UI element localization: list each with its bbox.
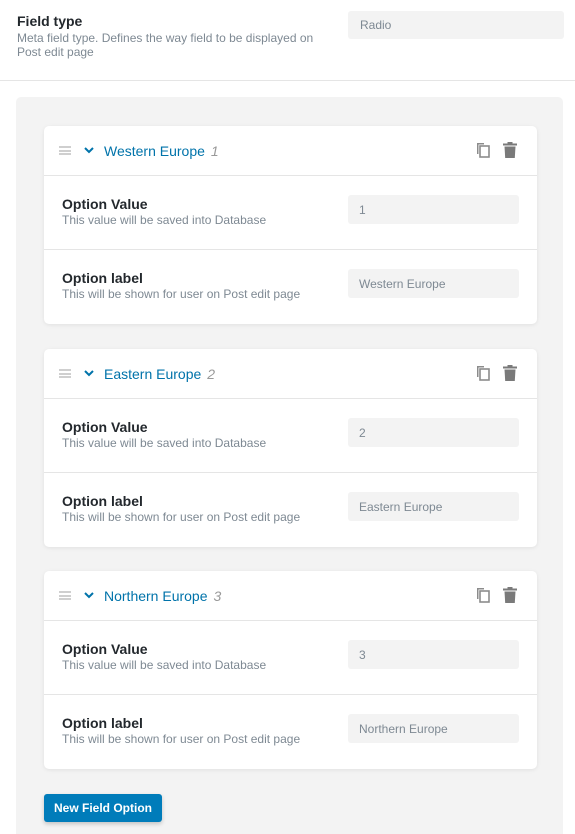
option-value-input[interactable]: 3 xyxy=(348,640,519,669)
option-card: Northern Europe 3 Option Value This value… xyxy=(44,571,537,769)
options-repeater: Western Europe 1 Option Value This value … xyxy=(16,97,563,834)
option-value-input[interactable]: 2 xyxy=(348,418,519,447)
trash-icon[interactable] xyxy=(503,142,517,158)
option-label-row: Option label This will be shown for user… xyxy=(44,695,537,769)
option-card-header[interactable]: Northern Europe 3 xyxy=(44,571,537,621)
option-label-description: This will be shown for user on Post edit… xyxy=(62,287,301,301)
new-field-option-button[interactable]: New Field Option xyxy=(44,794,162,822)
option-title-text: Northern Europe xyxy=(104,588,208,604)
field-type-select[interactable]: Radio xyxy=(348,11,564,39)
copy-icon[interactable] xyxy=(476,142,490,158)
option-title[interactable]: Northern Europe 3 xyxy=(104,588,221,604)
option-value-row: Option Value This value will be saved in… xyxy=(44,399,537,473)
option-title-text: Western Europe xyxy=(104,143,205,159)
option-value-label: Option Value xyxy=(62,641,148,657)
field-type-label: Field type xyxy=(17,13,83,29)
option-label-input[interactable]: Northern Europe xyxy=(348,714,519,743)
option-label-input[interactable]: Western Europe xyxy=(348,269,519,298)
field-type-description: Meta field type. Defines the way field t… xyxy=(17,31,314,59)
option-label-description: This will be shown for user on Post edit… xyxy=(62,732,301,746)
trash-icon[interactable] xyxy=(503,587,517,603)
option-label-input[interactable]: Eastern Europe xyxy=(348,492,519,521)
option-value-row: Option Value This value will be saved in… xyxy=(44,621,537,695)
option-card-header[interactable]: Western Europe 1 xyxy=(44,126,537,176)
copy-icon[interactable] xyxy=(476,587,490,603)
chevron-down-icon[interactable] xyxy=(83,367,95,379)
field-type-row: Field type Meta field type. Defines the … xyxy=(0,0,575,81)
option-index: 1 xyxy=(210,143,219,159)
option-label-description: This will be shown for user on Post edit… xyxy=(62,510,301,524)
option-label-label: Option label xyxy=(62,715,143,731)
option-card-header[interactable]: Eastern Europe 2 xyxy=(44,349,537,399)
drag-handle-icon[interactable] xyxy=(59,369,71,378)
chevron-down-icon[interactable] xyxy=(83,589,95,601)
option-value-description: This value will be saved into Database xyxy=(62,658,267,672)
copy-icon[interactable] xyxy=(476,365,490,381)
option-card: Western Europe 1 Option Value This value … xyxy=(44,126,537,324)
option-value-description: This value will be saved into Database xyxy=(62,436,267,450)
option-card: Eastern Europe 2 Option Value This value … xyxy=(44,349,537,547)
option-value-input[interactable]: 1 xyxy=(348,195,519,224)
option-title[interactable]: Eastern Europe 2 xyxy=(104,366,215,382)
drag-handle-icon[interactable] xyxy=(59,591,71,600)
trash-icon[interactable] xyxy=(503,365,517,381)
option-value-description: This value will be saved into Database xyxy=(62,213,267,227)
option-index: 3 xyxy=(213,588,222,604)
option-value-label: Option Value xyxy=(62,419,148,435)
chevron-down-icon[interactable] xyxy=(83,144,95,156)
option-index: 2 xyxy=(207,366,216,382)
option-label-row: Option label This will be shown for user… xyxy=(44,473,537,547)
drag-handle-icon[interactable] xyxy=(59,146,71,155)
option-label-label: Option label xyxy=(62,493,143,509)
option-value-row: Option Value This value will be saved in… xyxy=(44,176,537,250)
option-title[interactable]: Western Europe 1 xyxy=(104,143,219,159)
option-title-text: Eastern Europe xyxy=(104,366,202,382)
option-label-label: Option label xyxy=(62,270,143,286)
option-value-label: Option Value xyxy=(62,196,148,212)
option-label-row: Option label This will be shown for user… xyxy=(44,250,537,324)
